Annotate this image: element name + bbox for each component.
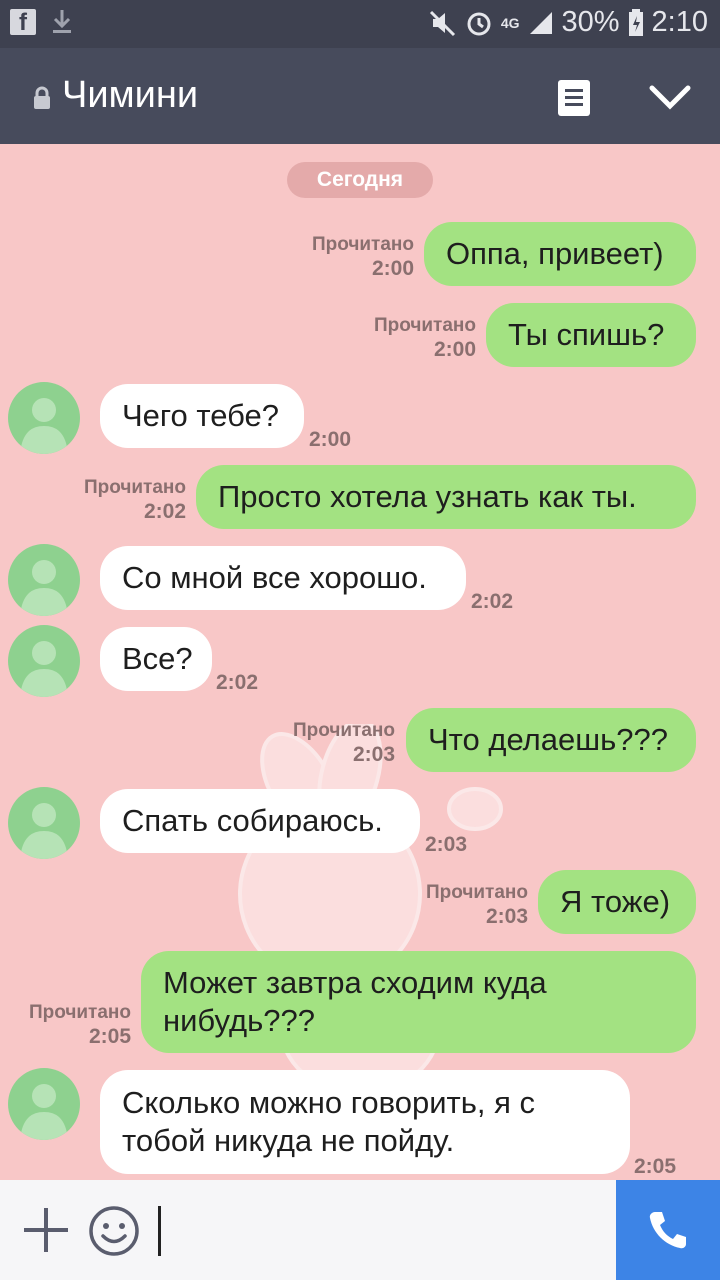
message-input-bar	[0, 1180, 720, 1280]
message-time: 2:05	[634, 1155, 677, 1178]
read-status: Прочитано	[83, 477, 186, 498]
message-bubble-outgoing[interactable]: Оппа, привеет)	[424, 222, 696, 286]
message-bubble-outgoing[interactable]: Просто хотела узнать как ты.	[196, 465, 696, 529]
battery-icon	[628, 8, 643, 36]
read-receipt: Прочитано 2:03	[426, 881, 528, 929]
message-time: 2:02	[216, 671, 259, 694]
message-time: 2:02	[471, 590, 514, 613]
chat-title: Чимини	[62, 74, 199, 116]
default-avatar-icon	[20, 641, 68, 697]
battery-percent: 30%	[561, 6, 620, 38]
message-bubble-incoming[interactable]: Со мной все хорошо.	[100, 546, 466, 610]
message-bubble-outgoing[interactable]: Ты спишь?	[486, 303, 696, 367]
date-separator: Сегодня	[287, 162, 433, 198]
mute-icon	[429, 10, 455, 36]
status-bar: f 4G 30% 2:10	[0, 0, 720, 48]
chat-header: Чимини	[0, 48, 720, 144]
avatar[interactable]	[8, 787, 80, 859]
avatar[interactable]	[8, 382, 80, 454]
message-bubble-incoming[interactable]: Спать собираюсь.	[100, 789, 420, 853]
default-avatar-icon	[20, 1084, 68, 1140]
download-icon	[53, 10, 71, 33]
message-time: 2:00	[433, 338, 476, 361]
message-time: 2:02	[143, 500, 186, 523]
chat-area[interactable]: Сегодня Прочитано 2:00 Оппа, привеет) Пр…	[0, 144, 720, 1180]
message-time: 2:00	[309, 428, 352, 451]
read-status: Прочитано	[425, 882, 528, 903]
clock: 2:10	[651, 6, 708, 38]
read-receipt: Прочитано 2:03	[293, 719, 395, 767]
message-bubble-incoming[interactable]: Все?	[100, 627, 212, 691]
lock-icon	[34, 86, 50, 109]
message-bubble-outgoing[interactable]: Может завтра сходим куда нибудь???	[141, 951, 696, 1053]
call-button[interactable]	[616, 1180, 720, 1280]
message-bubble-incoming[interactable]: Чего тебе?	[100, 384, 304, 448]
read-status: Прочитано	[311, 234, 414, 255]
chevron-down-icon[interactable]	[648, 82, 692, 112]
read-status: Прочитано	[373, 315, 476, 336]
facebook-icon: f	[10, 9, 36, 36]
read-receipt: Прочитано 2:05	[29, 1001, 131, 1049]
read-receipt: Прочитано 2:00	[374, 314, 476, 362]
default-avatar-icon	[20, 398, 68, 454]
read-status: Прочитано	[292, 720, 395, 741]
avatar[interactable]	[8, 625, 80, 697]
message-bubble-outgoing[interactable]: Я тоже)	[538, 870, 696, 934]
notes-icon[interactable]	[556, 78, 592, 118]
default-avatar-icon	[20, 803, 68, 859]
message-time: 2:03	[352, 743, 395, 766]
message-time: 2:05	[88, 1025, 131, 1048]
message-time: 2:03	[425, 833, 468, 856]
message-bubble-incoming[interactable]: Сколько можно говорить, я с тобой никуда…	[100, 1070, 630, 1174]
avatar[interactable]	[8, 1068, 80, 1140]
emoji-icon[interactable]	[88, 1205, 140, 1257]
read-receipt: Прочитано 2:02	[84, 476, 186, 524]
message-time: 2:03	[485, 905, 528, 928]
alarm-icon	[467, 12, 491, 35]
signal-icon	[529, 11, 552, 34]
phone-icon	[649, 1212, 686, 1249]
read-receipt: Прочитано 2:00	[312, 233, 414, 281]
default-avatar-icon	[20, 560, 68, 616]
message-bubble-outgoing[interactable]: Что делаешь???	[406, 708, 696, 772]
avatar[interactable]	[8, 544, 80, 616]
network-type: 4G	[500, 14, 520, 31]
message-input[interactable]	[158, 1206, 161, 1256]
read-status: Прочитано	[28, 1002, 131, 1023]
message-time: 2:00	[371, 257, 414, 280]
plus-icon[interactable]	[22, 1206, 70, 1254]
